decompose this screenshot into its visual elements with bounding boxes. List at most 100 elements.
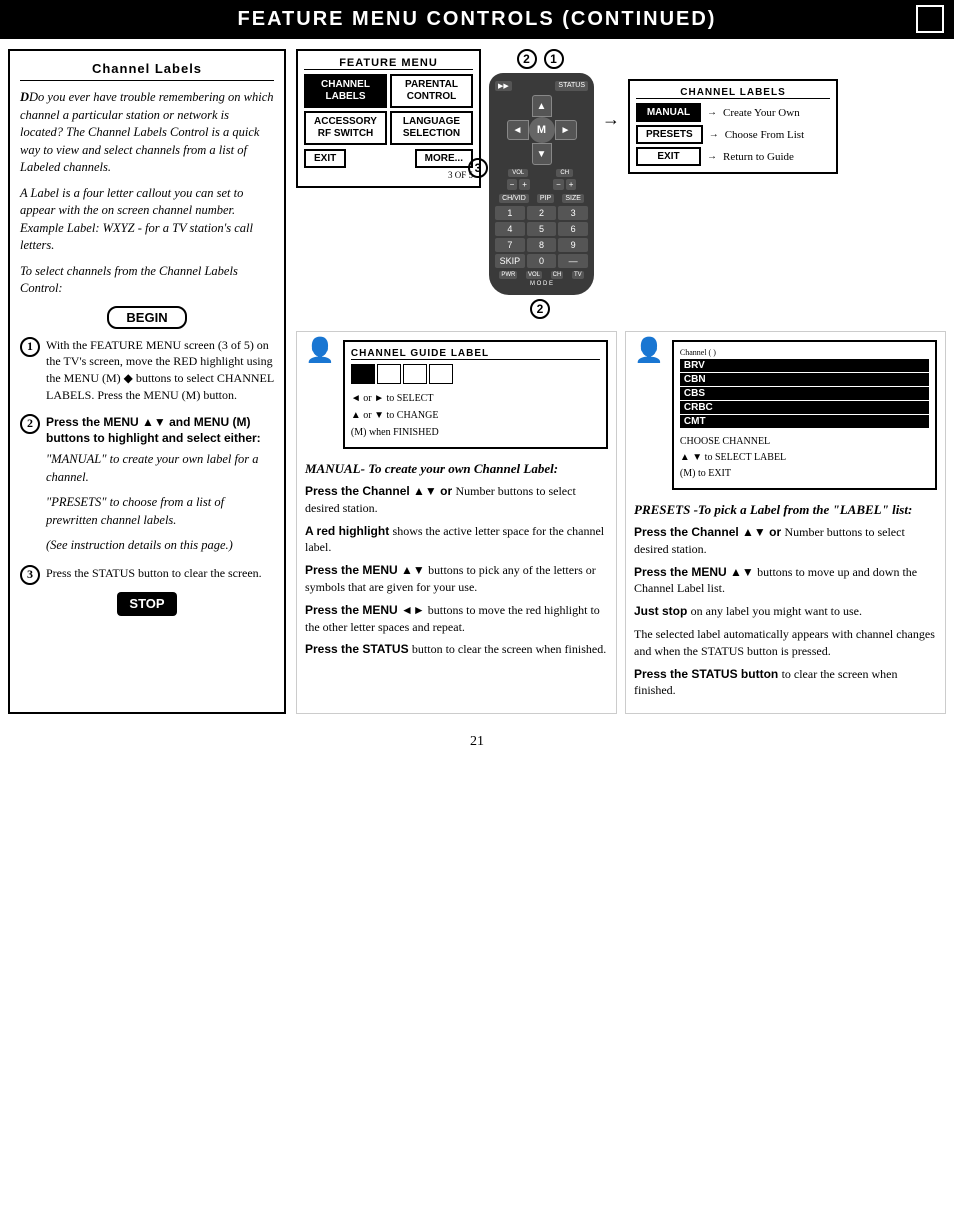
pc-controls: CHOOSE CHANNEL ▲ ▼ to SELECT LABEL (M) t… [680, 434, 929, 482]
step-2-number: 2 [20, 414, 40, 434]
manual-section-text: MANUAL- To create your own Channel Label… [305, 461, 608, 664]
channel-indicator: Channel ( ) [680, 348, 929, 357]
remote-status-btn[interactable]: STATUS [555, 81, 588, 91]
exit-button[interactable]: EXIT [304, 149, 346, 168]
cl-desc-exit: Return to Guide [723, 151, 794, 163]
begin-label: BEGIN [107, 306, 187, 329]
menu-grid: CHANNELLABELS PARENTALCONTROL ACCESSORYR… [304, 74, 473, 145]
presets-title: PRESETS -To pick a Label from the "LABEL… [634, 502, 937, 518]
header-title: Feature Menu Controls (Continued) [238, 8, 717, 30]
dpad-up[interactable]: ▲ [532, 95, 552, 117]
remote-play-btn[interactable]: ▶▶ [495, 81, 512, 91]
cl-row-exit: EXIT → Return to Guide [636, 147, 830, 166]
dpad-left[interactable]: ◄ [507, 120, 529, 140]
remote-vol-label: VOL [508, 169, 528, 177]
menu-item-channel-labels: CHANNELLABELS [304, 74, 387, 108]
remote-7[interactable]: 7 [495, 238, 525, 252]
select-text: To select channels from the Channel Labe… [20, 263, 274, 298]
cg-title: CHANNEL GUIDE LABEL [351, 348, 600, 360]
remote-pip[interactable]: PIP [537, 194, 554, 203]
remote-size[interactable]: SIZE [562, 194, 584, 203]
remote-0[interactable]: 0 [527, 254, 557, 268]
step-3-label: 3 [468, 158, 491, 178]
manual-step-3: Press the MENU ▲▼ buttons to pick any of… [305, 562, 608, 596]
pc-brv: BRV [680, 359, 929, 372]
step-3: 3 Press the STATUS button to clear the s… [20, 565, 274, 582]
cg-controls: ◄ or ► to SELECT ▲ or ▼ to CHANGE (M) wh… [351, 390, 600, 441]
step-1: 1 With the FEATURE MENU screen (3 of 5) … [20, 337, 274, 404]
step-1-content: With the FEATURE MENU screen (3 of 5) on… [46, 337, 274, 404]
pc-list: BRV CBN CBS CRBC CMT [680, 359, 929, 428]
dpad-center-m[interactable]: M [529, 117, 555, 143]
remote-control: ▶▶ STATUS ▲ ▼ ◄ ► M VOL [489, 73, 594, 295]
remote-tv[interactable]: TV [572, 271, 584, 279]
remote-ch-prev[interactable]: CH/VID [499, 194, 529, 203]
step-1-number: 1 [20, 337, 40, 357]
remote-3[interactable]: 3 [558, 206, 588, 220]
presets-step-4: The selected label automatically appears… [634, 626, 937, 660]
presets-step-5: Press the STATUS button to clear the scr… [634, 666, 937, 700]
remote-1[interactable]: 1 [495, 206, 525, 220]
person-icon-manual: 👤 [305, 336, 335, 365]
remote-dpad: ▲ ▼ ◄ ► M [507, 95, 577, 165]
remote-dash[interactable]: — [558, 254, 588, 268]
cl-row-manual: MANUAL → Create Your Own [636, 103, 830, 122]
remote-2[interactable]: 2 [527, 206, 557, 220]
label-text: A Label is a four letter callout you can… [20, 185, 274, 255]
person-icon-presets: 👤 [634, 336, 664, 365]
intro-text: DDo you ever have trouble remembering on… [20, 89, 274, 177]
cl-btn-presets[interactable]: PRESETS [636, 125, 703, 144]
remote-power[interactable]: PWR [499, 271, 517, 279]
menu-item-accessory: ACCESSORYRF SWITCH [304, 111, 387, 145]
cl-arrow-presets: → [709, 129, 719, 140]
step-label-1: 1 [544, 49, 564, 69]
remote-vol-down[interactable]: − [507, 179, 518, 190]
step-3-content: Press the STATUS button to clear the scr… [46, 565, 274, 582]
channel-labels-title: CHANNEL LABELS [636, 87, 830, 99]
remote-8[interactable]: 8 [527, 238, 557, 252]
cg-cell-2 [377, 364, 401, 384]
menu-item-language: LANGUAGESELECTION [390, 111, 473, 145]
cg-ctrl-change: ▲ or ▼ to CHANGE [351, 407, 600, 424]
remote-5[interactable]: 5 [527, 222, 557, 236]
remote-vol-up[interactable]: + [519, 179, 530, 190]
manual-step-4: Press the MENU ◄► buttons to move the re… [305, 602, 608, 636]
remote-skip[interactable]: SKIP [495, 254, 525, 268]
more-button[interactable]: MORE... [415, 149, 473, 168]
remote-ch-down[interactable]: − [553, 179, 564, 190]
pc-cbn: CBN [680, 373, 929, 386]
step-2b: "PRESETS" to choose from a list of prewr… [46, 494, 274, 529]
remote-6[interactable]: 6 [558, 222, 588, 236]
page-header: Feature Menu Controls (Continued) [0, 0, 954, 39]
remote-9[interactable]: 9 [558, 238, 588, 252]
manual-step-1: Press the Channel ▲▼ or Number buttons t… [305, 483, 608, 517]
dpad-down[interactable]: ▼ [532, 143, 552, 165]
manual-step-5: Press the STATUS button to clear the scr… [305, 641, 608, 658]
cl-grid: MANUAL → Create Your Own PRESETS → Choos… [636, 103, 830, 166]
menu-bottom: EXIT MORE... [304, 149, 473, 168]
remote-vol-bottom[interactable]: VOL [526, 271, 542, 279]
feature-menu-title: FEATURE MENU [304, 57, 473, 70]
cl-row-presets: PRESETS → Choose From List [636, 125, 830, 144]
menu-item-parental: PARENTALCONTROL [390, 74, 473, 108]
channel-labels-menu: CHANNEL LABELS MANUAL → Create Your Own … [628, 79, 838, 174]
manual-title: MANUAL- To create your own Channel Label… [305, 461, 608, 477]
step-2-content: Press the MENU ▲▼ and MENU (M) buttons t… [46, 414, 274, 555]
cg-cell-1 [351, 364, 375, 384]
remote-ch-bottom[interactable]: CH [551, 271, 564, 279]
stop-label: STOP [117, 592, 177, 616]
channel-guide-box: CHANNEL GUIDE LABEL ◄ or ► to SELECT ▲ o… [343, 340, 608, 449]
cl-btn-exit[interactable]: EXIT [636, 147, 701, 166]
dpad-right[interactable]: ► [555, 120, 577, 140]
cl-btn-manual[interactable]: MANUAL [636, 103, 701, 122]
pc-crbc: CRBC [680, 401, 929, 414]
cg-cell-4 [429, 364, 453, 384]
remote-4[interactable]: 4 [495, 222, 525, 236]
cg-ctrl-select: ◄ or ► to SELECT [351, 390, 600, 407]
pc-exit: (M) to EXIT [680, 466, 929, 482]
step-2c: (See instruction details on this page.) [46, 537, 274, 555]
cl-arrow-manual: → [707, 107, 717, 118]
step-2a: "MANUAL" to create your own label for a … [46, 451, 274, 486]
remote-ch-up[interactable]: + [566, 179, 577, 190]
page-number: 21 [0, 734, 954, 750]
